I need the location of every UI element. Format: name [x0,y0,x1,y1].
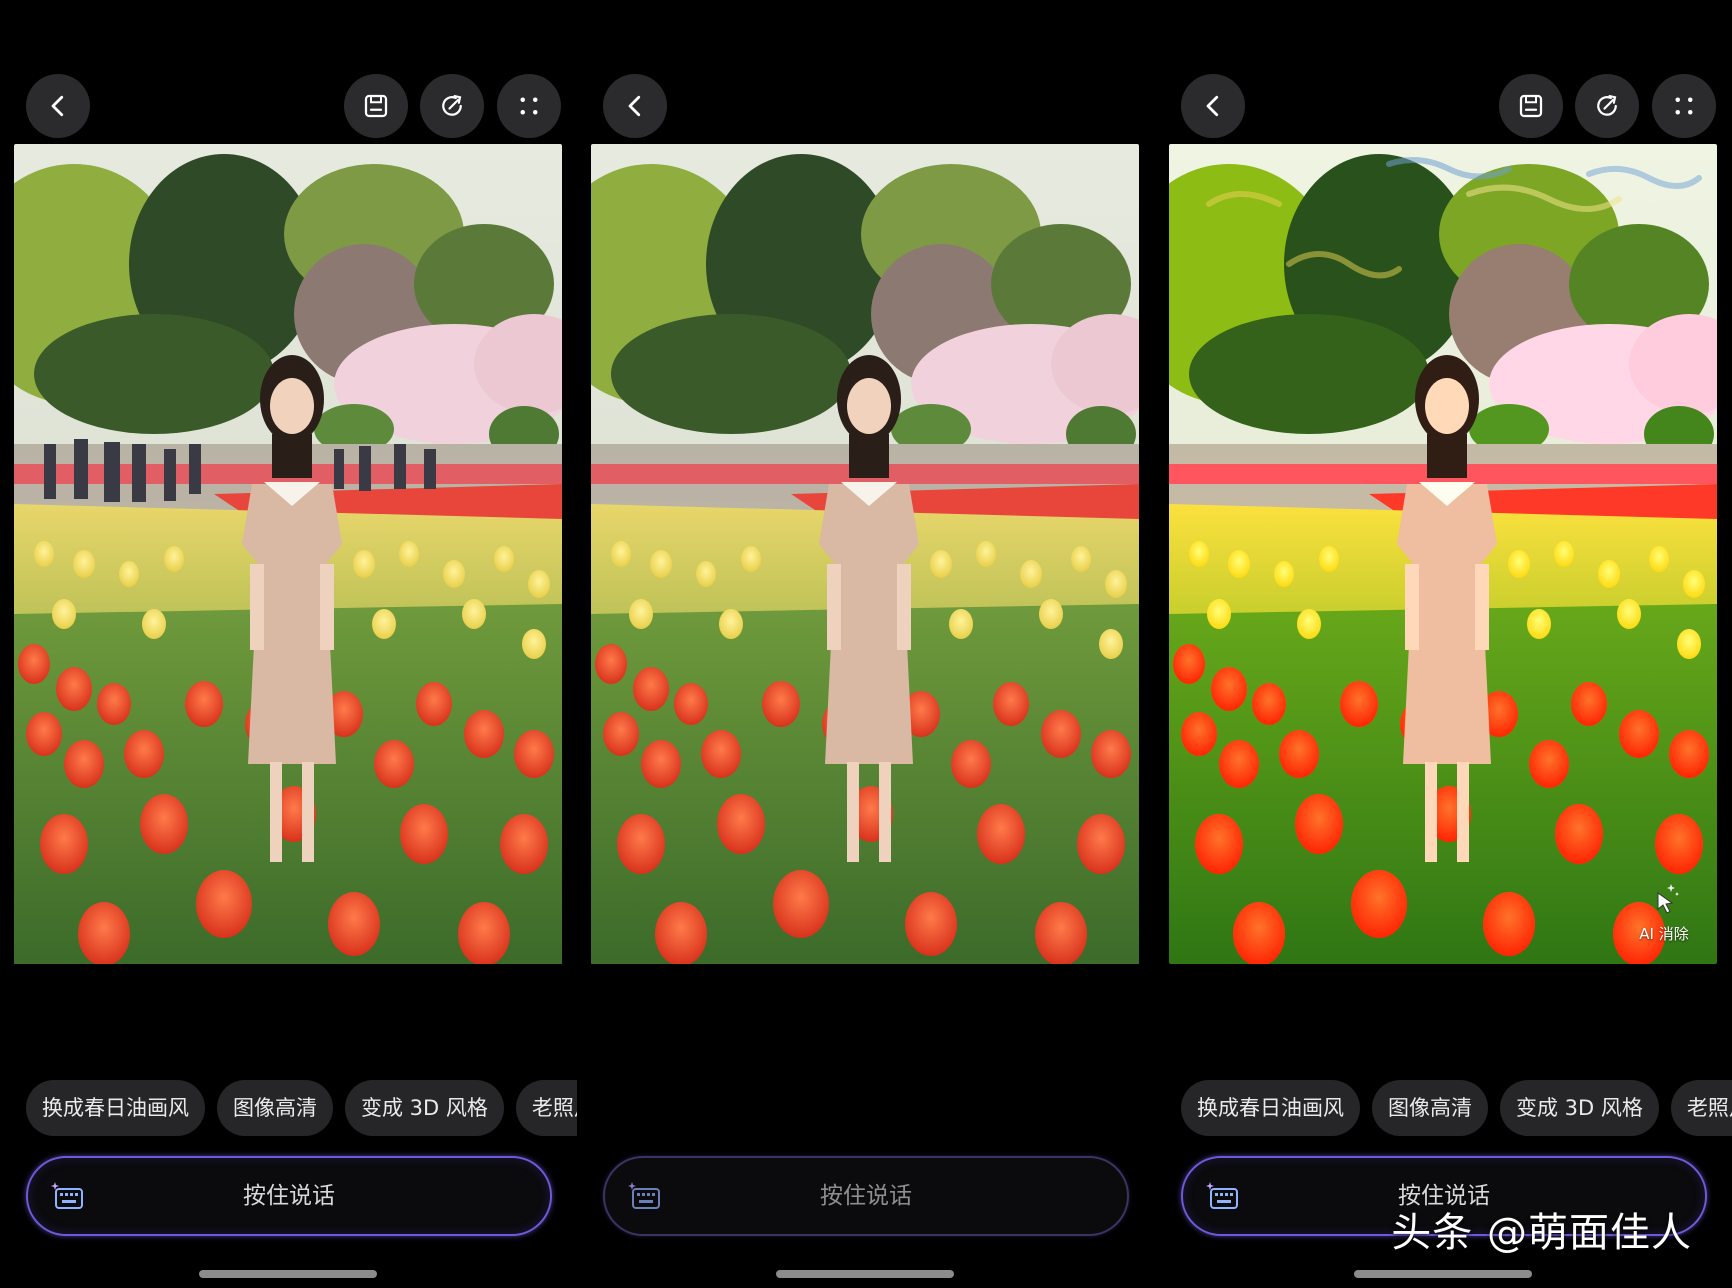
chip-oil-painting[interactable]: 换成春日油画风 [26,1080,205,1136]
hold-to-talk-label: 按住说话 [820,1183,912,1209]
suggestion-chips: 换成春日油画风 图像高清 变成 3D 风格 老照片修复 [26,1080,578,1136]
save-icon [364,94,388,118]
save-button[interactable] [344,74,408,138]
chip-3d-style[interactable]: 变成 3D 风格 [1500,1080,1659,1136]
photo-clean[interactable] [591,144,1139,964]
chip-hd[interactable]: 图像高清 [1372,1080,1488,1136]
ai-erase-icon [1657,884,1679,914]
suggestion-chips: 换成春日油画风 图像高清 变成 3D 风格 老照片修复 [1181,1080,1732,1136]
home-indicator [776,1270,954,1278]
home-indicator [199,1270,377,1278]
more-button[interactable] [497,74,561,138]
photo-image [1169,144,1717,964]
ai-erase-label: AI 消除 [1639,925,1689,943]
save-icon [1519,94,1543,118]
photo-image [591,144,1139,964]
edit-button[interactable] [1575,74,1639,138]
back-button[interactable] [603,74,667,138]
hold-to-talk-label: 按住说话 [243,1183,335,1209]
hold-to-talk-button[interactable]: 按住说话 [26,1156,552,1236]
scan-icon [520,97,538,115]
chip-old-photo[interactable]: 老照片修复 [515,1080,578,1136]
edit-button[interactable] [420,74,484,138]
chip-oil-painting[interactable]: 换成春日油画风 [1181,1080,1360,1136]
scan-icon [1675,97,1693,115]
hold-to-talk-button[interactable]: 按住说话 [603,1156,1129,1236]
more-button[interactable] [1652,74,1716,138]
home-indicator [1354,1270,1532,1278]
back-button[interactable] [1181,74,1245,138]
watermark-text: 头条 @萌面佳人 [1391,1210,1692,1256]
panel-oil-painting: AI 消除 换成春日油画风 图像高清 变成 3D 风格 老照片修复 按住说话 [1155,0,1732,1288]
save-button[interactable] [1499,74,1563,138]
chevron-left-icon [51,95,64,117]
ai-erase-button[interactable]: AI 消除 [1629,879,1699,944]
panel-processing: 按住说话 [577,0,1155,1288]
photo-oil-painting[interactable]: AI 消除 [1169,144,1717,964]
back-button[interactable] [26,74,90,138]
photo-original[interactable] [14,144,562,964]
panel-original: 换成春日油画风 图像高清 变成 3D 风格 老照片修复 按住说话 [0,0,578,1288]
edit-refresh-icon [442,95,462,116]
chevron-left-icon [1206,95,1219,117]
chip-old-photo[interactable]: 老照片修复 [1670,1080,1732,1136]
chip-3d-style[interactable]: 变成 3D 风格 [345,1080,504,1136]
edit-refresh-icon [1597,95,1617,116]
chip-hd[interactable]: 图像高清 [217,1080,333,1136]
photo-image [14,144,562,964]
chevron-left-icon [628,95,641,117]
